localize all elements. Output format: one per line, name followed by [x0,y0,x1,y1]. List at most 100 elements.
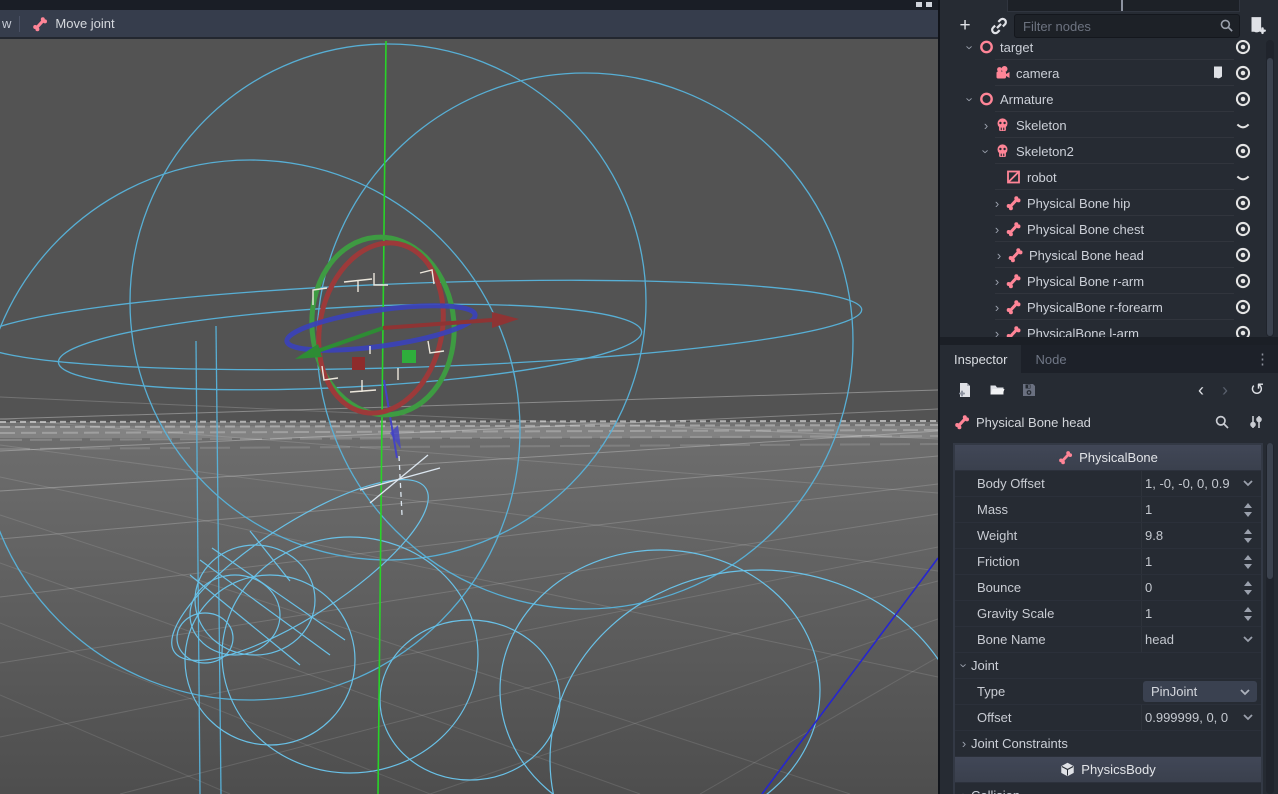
view-menu-partial[interactable]: w [0,16,19,31]
property-value[interactable]: 1 [1145,554,1152,569]
property-value[interactable]: head [1145,632,1174,647]
chevron-right-icon[interactable]: › [991,222,1003,237]
chevron-down-icon: › [957,659,972,673]
tree-node-physicalbone-l-arm[interactable]: › PhysicalBone l-arm [940,320,1278,337]
category-physicalbone[interactable]: PhysicalBone [955,445,1261,471]
toolbar-separator [19,16,20,32]
spinner-control[interactable] [1244,580,1253,596]
visibility-closed-eye-icon[interactable] [1234,168,1252,186]
category-label: PhysicsBody [1081,762,1155,777]
spinner-control[interactable] [1244,606,1253,622]
tree-node-skeleton[interactable]: › Skeleton [940,112,1278,138]
load-resource-folder-icon[interactable] [984,379,1010,401]
save-icon[interactable] [1016,379,1042,401]
history-back-icon[interactable]: ‹ [1198,380,1204,401]
object-history-icon[interactable]: ↺ [1250,380,1264,400]
history-forward-icon[interactable]: › [1222,380,1228,401]
viewport-3d[interactable] [0,41,938,794]
spinner-control[interactable] [1244,528,1253,544]
search-icon [1219,18,1234,33]
visibility-eye-icon[interactable] [1234,90,1252,108]
expand-chevron-icon[interactable] [1242,711,1254,723]
chevron-down-icon[interactable]: › [963,93,978,105]
chevron-right-icon[interactable]: › [980,118,992,133]
spinner-control[interactable] [1244,554,1253,570]
section-collision[interactable]: › Collision [955,783,1261,794]
dock-menu-icon[interactable]: ⋮ [1255,345,1278,373]
property-row-body-offset: Body Offset 1, -0, -0, 0, 0.9 [955,471,1261,497]
tree-node-skeleton2[interactable]: › Skeleton2 [940,138,1278,164]
property-value[interactable]: 1 [1145,502,1152,517]
property-value[interactable]: 0.999999, 0, 0 [1145,710,1228,725]
visibility-eye-icon[interactable] [1234,64,1252,82]
chevron-right-icon[interactable]: › [991,300,1003,315]
property-value[interactable]: 1 [1145,606,1152,621]
bone-icon [32,16,48,32]
property-value[interactable]: 0 [1145,580,1152,595]
gizmo-handle-green[interactable] [402,350,416,363]
mesh-icon [1005,169,1022,185]
property-row-joint-type: Type PinJoint [955,679,1261,705]
chevron-right-icon[interactable]: › [991,326,1003,338]
property-label: Bounce [977,580,1021,595]
visibility-eye-icon[interactable] [1234,246,1252,264]
visibility-eye-icon[interactable] [1234,220,1252,238]
spinner-control[interactable] [1244,502,1253,518]
chevron-down-icon[interactable]: › [979,145,994,157]
godot-editor-window: w Move joint [0,0,1278,794]
chevron-right-icon[interactable]: › [991,196,1003,211]
tree-node-target[interactable]: › target [940,40,1278,60]
tree-node-robot[interactable]: robot [940,164,1278,190]
scene-tree: › target camera › Armat [940,40,1278,337]
property-tools-icon[interactable] [1248,414,1264,430]
visibility-eye-icon[interactable] [1234,324,1252,337]
category-physicsbody[interactable]: PhysicsBody [955,757,1261,783]
spatial-icon [978,91,995,107]
physical-bone-icon [1005,299,1022,315]
scene-tree-toolbar: + [940,12,1278,40]
add-node-button[interactable]: + [954,15,976,37]
property-value[interactable]: 1, -0, -0, 0, 0.9 [1145,476,1230,491]
chevron-right-icon[interactable]: › [993,248,1005,263]
physical-bone-icon [1005,221,1022,237]
visibility-eye-icon[interactable] [1234,298,1252,316]
tree-node-physical-bone-chest[interactable]: › Physical Bone chest [940,216,1278,242]
visibility-eye-icon[interactable] [1234,272,1252,290]
script-icon[interactable] [1210,65,1226,81]
chevron-right-icon[interactable]: › [991,274,1003,289]
tree-node-physical-bone-r-arm[interactable]: › Physical Bone r-arm [940,268,1278,294]
tree-node-physical-bone-hip[interactable]: › Physical Bone hip [940,190,1278,216]
tree-node-camera[interactable]: camera [940,60,1278,86]
new-resource-icon[interactable] [952,379,978,401]
search-properties-icon[interactable] [1214,414,1230,430]
expand-chevron-icon[interactable] [1242,477,1254,489]
tree-node-physical-bone-head[interactable]: › Physical Bone head [940,242,1278,268]
chevron-down-icon[interactable]: › [963,41,978,53]
dock-divider[interactable] [940,337,1278,345]
tree-node-label: PhysicalBone l-arm [1027,326,1139,338]
skeleton-icon [994,143,1011,159]
tree-node-armature[interactable]: › Armature [940,86,1278,112]
section-joint-constraints[interactable]: › Joint Constraints [955,731,1261,757]
tree-node-label: Physical Bone hip [1027,196,1130,211]
attach-script-icon[interactable] [1246,15,1268,37]
joint-type-dropdown[interactable]: PinJoint [1143,681,1257,702]
filter-nodes-input[interactable] [1014,14,1240,38]
visibility-eye-icon[interactable] [1234,142,1252,160]
visibility-eye-icon[interactable] [1234,194,1252,212]
tab-inspector[interactable]: Inspector [940,345,1021,373]
section-joint[interactable]: › Joint [955,653,1261,679]
visibility-closed-eye-icon[interactable] [1234,116,1252,134]
gizmo-handle-red[interactable] [352,357,365,370]
scene-tree-scrollbar[interactable] [1266,40,1274,337]
instance-scene-icon[interactable] [988,15,1010,37]
tree-node-label: target [1000,40,1033,55]
tab-node[interactable]: Node [1021,345,1080,373]
property-list: PhysicalBone Body Offset 1, -0, -0, 0, 0… [953,443,1263,794]
property-value[interactable]: 9.8 [1145,528,1163,543]
visibility-eye-icon[interactable] [1234,40,1252,56]
chevron-down-icon[interactable] [1242,633,1254,645]
inspector-scrollbar[interactable] [1266,443,1274,794]
tree-node-physicalbone-r-forearm[interactable]: › PhysicalBone r-forearm [940,294,1278,320]
filter-nodes-field [1014,14,1240,38]
